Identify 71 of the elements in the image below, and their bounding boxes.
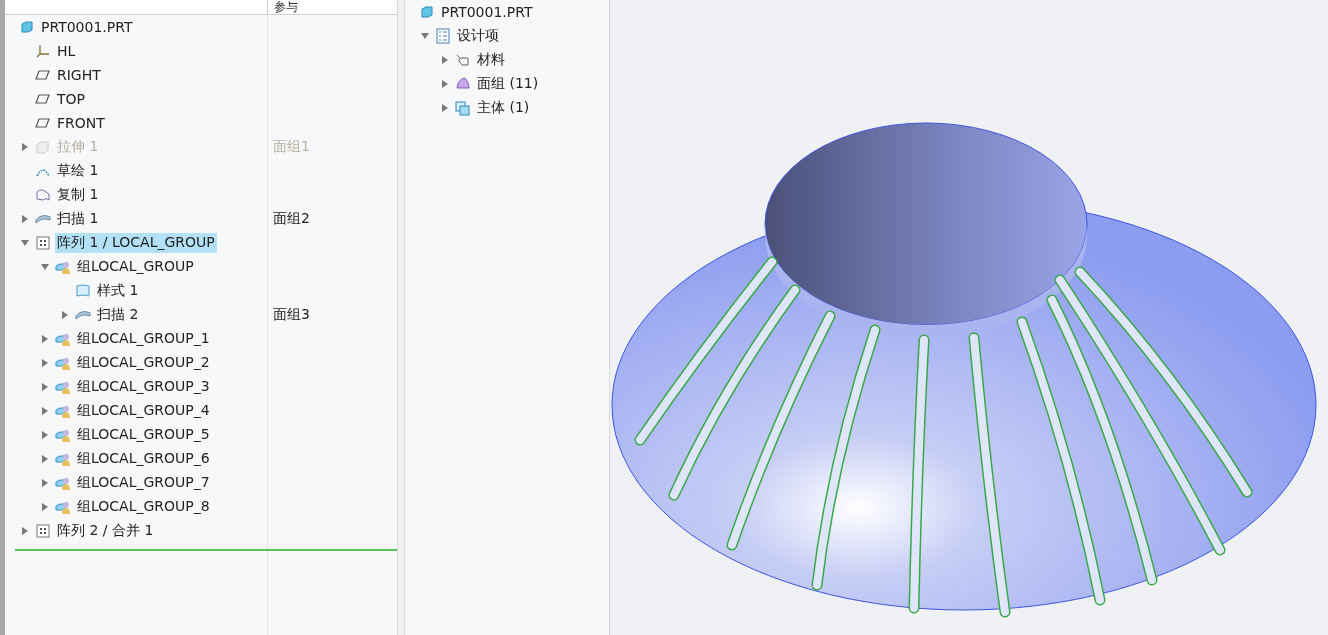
tree-item[interactable]: 材料 (475, 50, 507, 70)
tree-item[interactable]: 阵列 2 / 合并 1 (55, 521, 156, 541)
group-icon (55, 403, 71, 419)
expand-arrow-icon[interactable] (41, 431, 49, 439)
tree-item[interactable]: HL (55, 42, 78, 60)
tree-item[interactable]: PRT0001.PRT (39, 18, 135, 36)
tree-item[interactable]: 主体 (1) (475, 98, 532, 118)
expand-arrow-icon[interactable] (441, 104, 449, 112)
expand-arrow-icon[interactable] (41, 335, 49, 343)
plane-icon (35, 67, 51, 83)
expand-arrow-icon[interactable] (21, 215, 29, 223)
group-icon (55, 451, 71, 467)
tree-item[interactable]: PRT0001.PRT (439, 3, 535, 21)
expand-arrow-icon[interactable] (21, 527, 29, 535)
surface-copy-icon (35, 187, 51, 203)
group-icon (55, 259, 71, 275)
expand-arrow-icon[interactable] (441, 80, 449, 88)
plane-icon (35, 91, 51, 107)
expand-arrow-icon[interactable] (441, 56, 449, 64)
expand-arrow-icon[interactable] (41, 407, 49, 415)
tree-item[interactable]: 组LOCAL_GROUP_4 (75, 401, 212, 421)
tree-item[interactable]: 扫描 2 (95, 305, 141, 325)
tree-item[interactable]: 样式 1 (95, 281, 141, 301)
expand-arrow-icon[interactable] (41, 359, 49, 367)
group-icon (55, 499, 71, 515)
tree-item[interactable]: 组LOCAL_GROUP_7 (75, 473, 212, 493)
expand-arrow-icon[interactable] (41, 479, 49, 487)
tree-item[interactable]: 阵列 1 / LOCAL_GROUP (55, 233, 217, 253)
tree-item[interactable]: 组LOCAL_GROUP_3 (75, 377, 212, 397)
column-header[interactable]: 参与 (268, 0, 298, 14)
tree-item[interactable]: TOP (55, 90, 87, 108)
coordinate-axes-icon (35, 43, 51, 59)
reference-cell-text: 面组3 (272, 306, 310, 324)
body-icon (455, 100, 471, 116)
group-icon (55, 379, 71, 395)
extrude-icon (35, 139, 51, 155)
cube-icon (19, 19, 35, 35)
plane-icon (35, 115, 51, 131)
material-icon (455, 52, 471, 68)
quilt-icon (455, 76, 471, 92)
group-icon (55, 475, 71, 491)
expand-arrow-icon[interactable] (41, 455, 49, 463)
tree-item[interactable]: 组LOCAL_GROUP_1 (75, 329, 212, 349)
collapse-arrow-icon[interactable] (41, 263, 49, 271)
expand-arrow-icon[interactable] (61, 311, 69, 319)
tree-item[interactable]: 组LOCAL_GROUP_2 (75, 353, 212, 373)
pattern-grid-icon (35, 235, 51, 251)
tree-item[interactable]: RIGHT (55, 66, 103, 84)
tree-item[interactable]: 草绘 1 (55, 161, 101, 181)
tree-item[interactable]: 组LOCAL_GROUP_5 (75, 425, 212, 445)
tree-item[interactable]: 组LOCAL_GROUP_8 (75, 497, 212, 517)
expand-arrow-icon[interactable] (41, 383, 49, 391)
collapse-arrow-icon[interactable] (421, 32, 429, 40)
collapse-arrow-icon[interactable] (21, 239, 29, 247)
tree-item[interactable]: 扫描 1 (55, 209, 101, 229)
tree-item[interactable]: FRONT (55, 114, 107, 132)
group-icon (55, 427, 71, 443)
surface-style-icon (75, 283, 91, 299)
tree-item[interactable]: 复制 1 (55, 185, 101, 205)
group-icon (55, 331, 71, 347)
pattern-grid-icon (35, 523, 51, 539)
reference-cell-text: 面组1 (272, 138, 310, 156)
tree-item[interactable]: 组LOCAL_GROUP_6 (75, 449, 212, 469)
tree-item[interactable]: 设计项 (455, 26, 501, 46)
cube-icon (419, 4, 435, 20)
list-icon (435, 28, 451, 44)
reference-cell-text: 面组2 (272, 210, 310, 228)
group-icon (55, 355, 71, 371)
tree-item[interactable]: 面组 (11) (475, 74, 541, 94)
expand-arrow-icon[interactable] (41, 503, 49, 511)
tree-item[interactable]: 组LOCAL_GROUP (75, 257, 196, 277)
